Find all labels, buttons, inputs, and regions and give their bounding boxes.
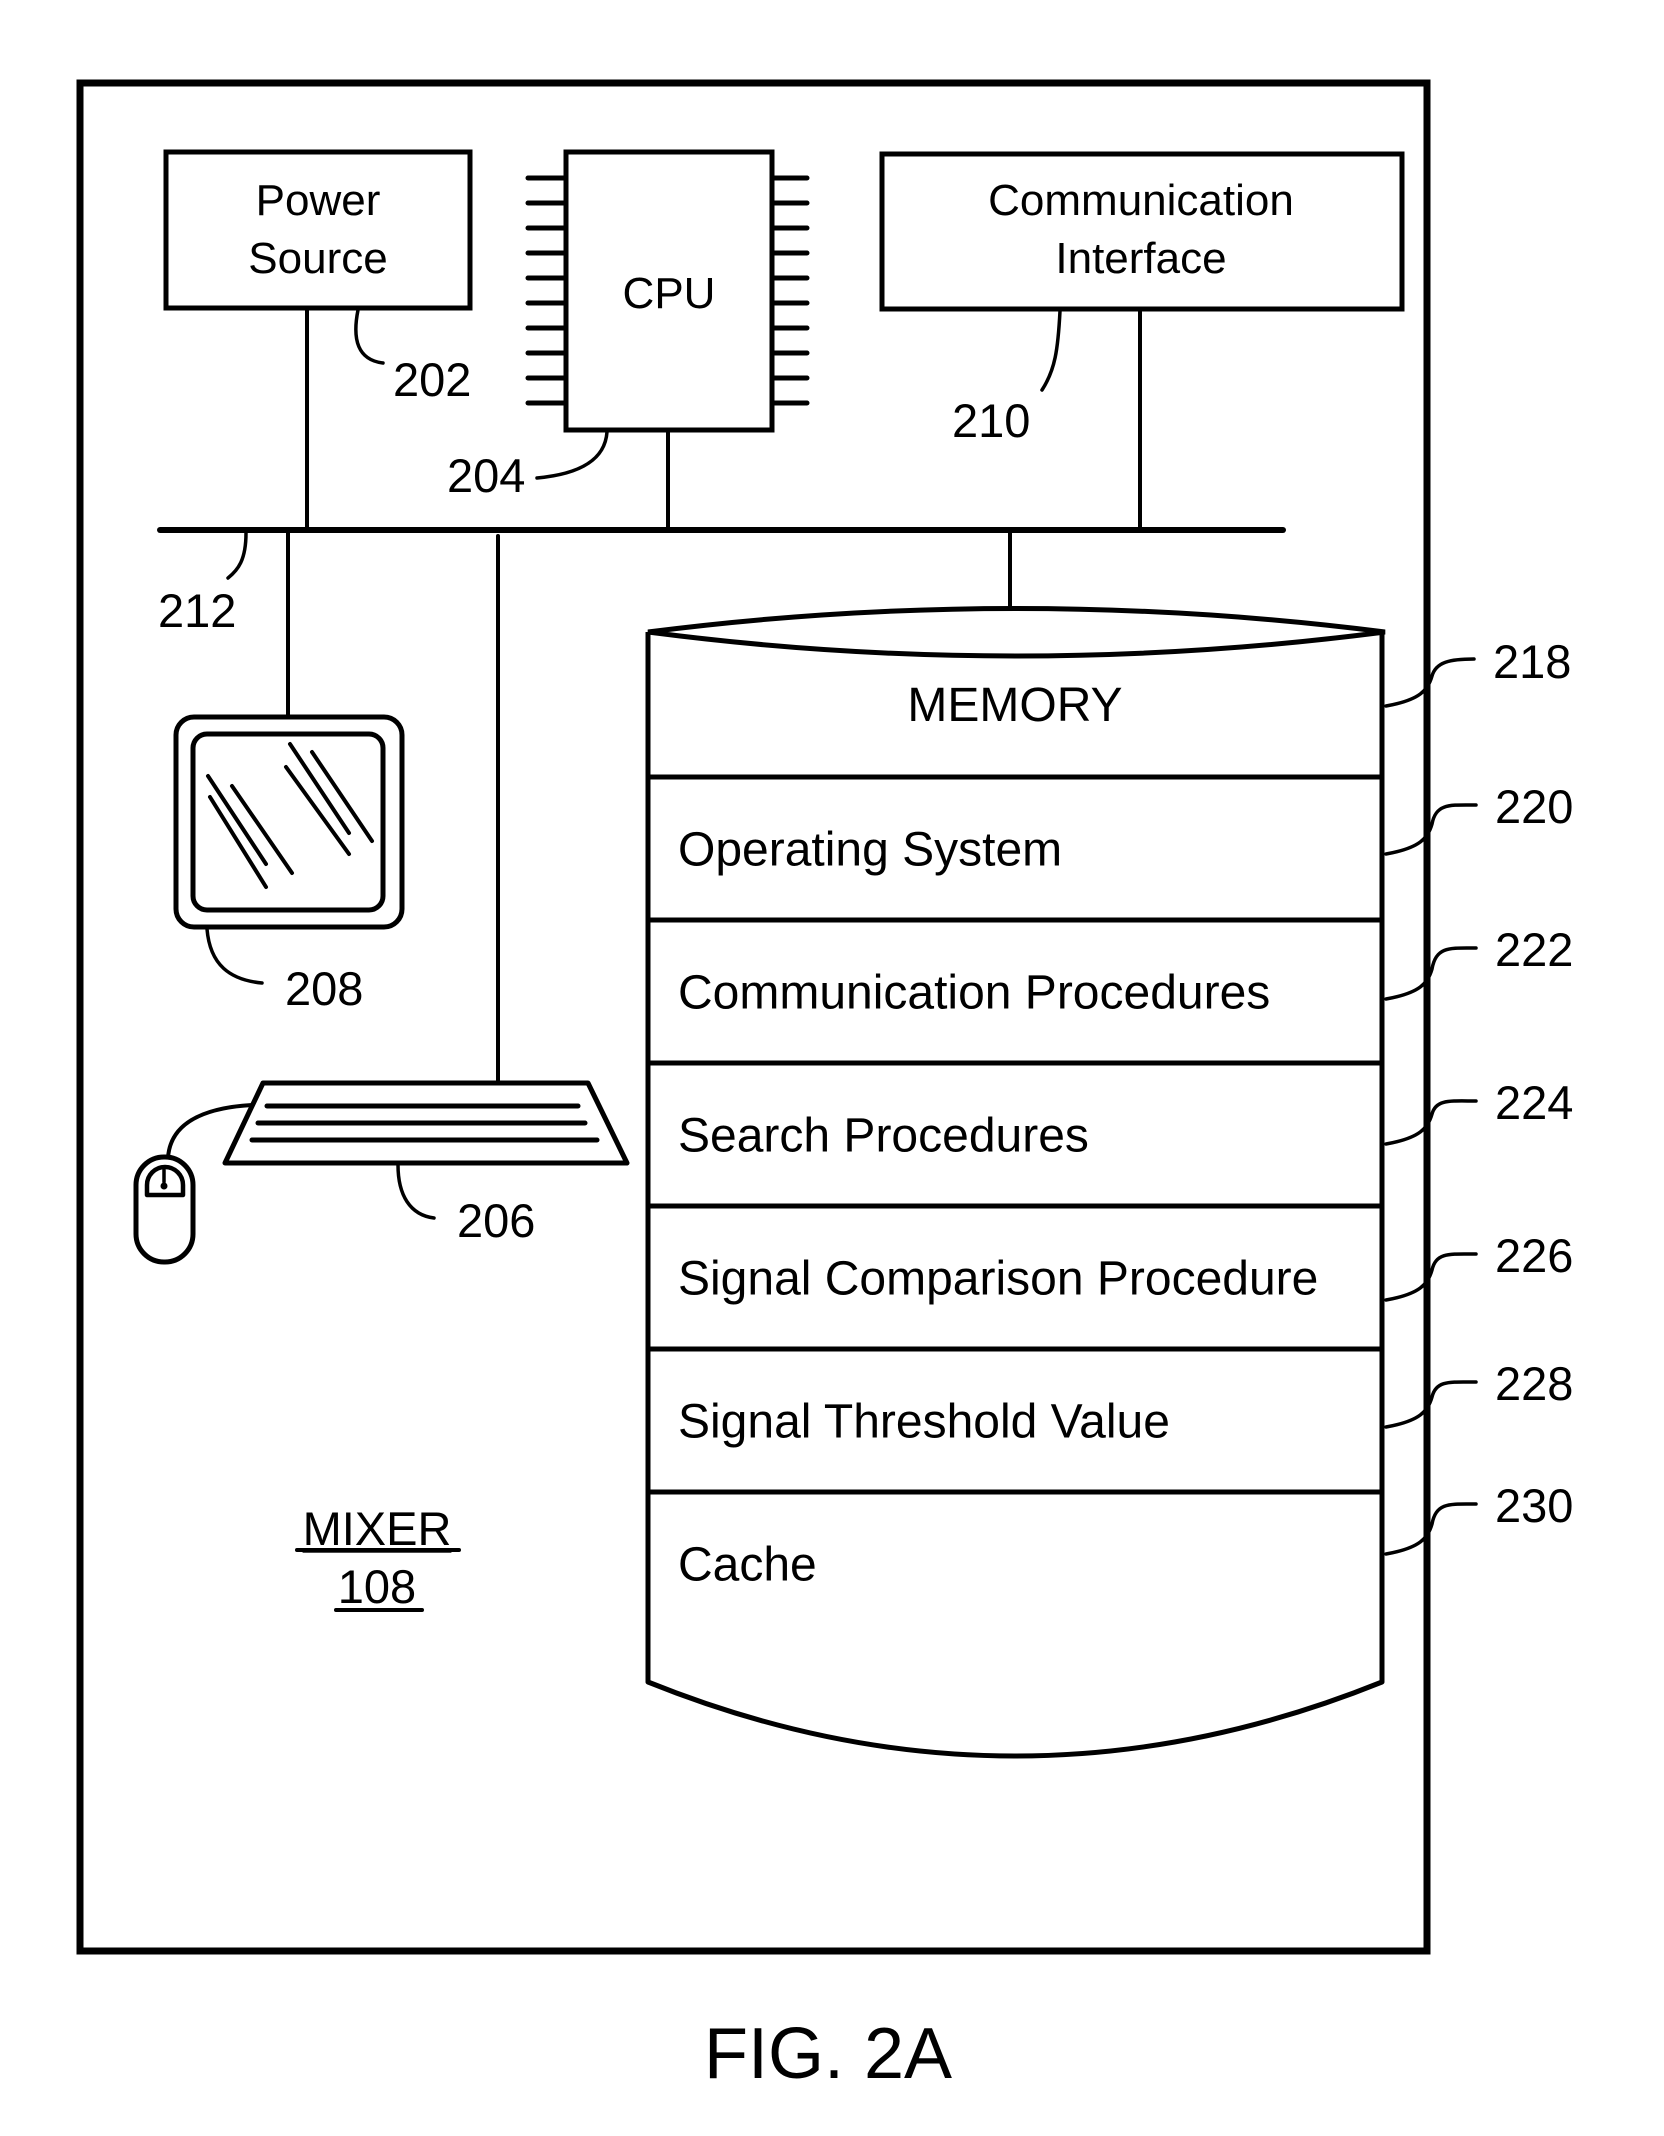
memory-row-ref: 222 bbox=[1495, 923, 1573, 976]
memory: MEMORY Operating System Communication Pro… bbox=[645, 528, 1573, 1759]
power-source-ref: 202 bbox=[393, 353, 471, 406]
figure-caption: FIG. 2A bbox=[704, 2014, 952, 2094]
power-source-leader-line bbox=[354, 308, 385, 365]
monitor-icon bbox=[173, 714, 405, 930]
input-devices-ref: 206 bbox=[457, 1194, 535, 1247]
device-name: MIXER 108 bbox=[295, 1502, 461, 1613]
memory-row-ref: 220 bbox=[1495, 780, 1573, 833]
display-ref: 208 bbox=[285, 962, 363, 1015]
memory-row-label: Signal Comparison Procedure bbox=[678, 1253, 1318, 1306]
memory-row-label: Cache bbox=[678, 1539, 817, 1592]
memory-row-leader-line bbox=[1384, 1502, 1478, 1556]
power-source-label-line2: Source bbox=[248, 234, 387, 283]
memory-row-ref: 224 bbox=[1495, 1076, 1573, 1129]
bus-leader-line bbox=[226, 531, 248, 580]
cpu-leader-line bbox=[535, 430, 609, 480]
bus-ref: 212 bbox=[158, 584, 236, 637]
communication-interface-ref: 210 bbox=[952, 394, 1030, 447]
keyboard-icon bbox=[222, 1080, 630, 1166]
communication-interface-label-line1: Communication bbox=[988, 176, 1294, 225]
input-devices-leader-line bbox=[396, 1163, 436, 1220]
memory-title-ref: 218 bbox=[1493, 635, 1571, 688]
memory-row-leader-line bbox=[1384, 803, 1478, 856]
power-source: Power Source 202 bbox=[163, 149, 473, 532]
device-name-label: MIXER bbox=[303, 1502, 452, 1555]
memory-row-label: Communication Procedures bbox=[678, 967, 1270, 1020]
memory-row-ref: 228 bbox=[1495, 1357, 1573, 1410]
memory-row-leader-line bbox=[1384, 1099, 1478, 1146]
communication-interface: Communication Interface 210 bbox=[879, 151, 1405, 532]
device-number-label: 108 bbox=[338, 1560, 416, 1613]
communication-interface-label-line2: Interface bbox=[1055, 234, 1226, 283]
communication-interface-leader-line bbox=[1040, 309, 1062, 392]
power-source-label-line1: Power bbox=[256, 176, 381, 225]
memory-refs: 218 220 222 224 226 228 230 bbox=[1384, 635, 1573, 1556]
cpu-ref: 204 bbox=[447, 449, 525, 502]
memory-row-label: Search Procedures bbox=[678, 1110, 1089, 1163]
memory-row-ref: 226 bbox=[1495, 1229, 1573, 1282]
memory-row-label: Signal Threshold Value bbox=[678, 1396, 1170, 1449]
mouse-icon bbox=[133, 1154, 196, 1265]
memory-row-leader-line bbox=[1384, 1380, 1478, 1429]
cpu-label: CPU bbox=[623, 269, 716, 318]
memory-row-leader-line bbox=[1384, 946, 1478, 1001]
memory-row-ref: 230 bbox=[1495, 1479, 1573, 1532]
display-leader-line bbox=[205, 927, 264, 985]
memory-row-leader-line bbox=[1384, 1252, 1478, 1302]
patent-figure: 212 Power Source 202 CPU 204 Communicati… bbox=[76, 79, 1573, 2094]
memory-row-label: Operating System bbox=[678, 824, 1062, 877]
cpu: CPU 204 bbox=[447, 149, 810, 532]
memory-title: MEMORY bbox=[907, 679, 1122, 732]
